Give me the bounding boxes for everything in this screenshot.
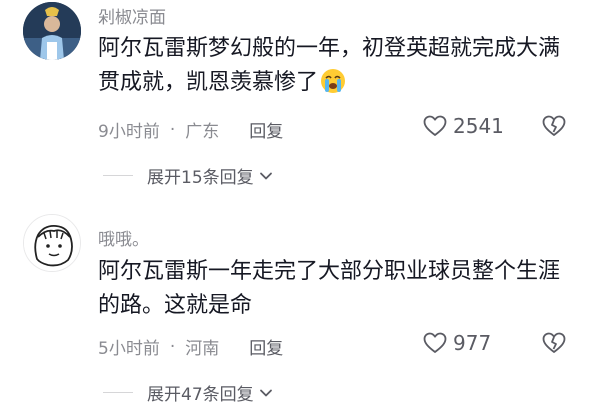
comment-item: 剁椒凉面 阿尔瓦雷斯梦幻般的一年，初登英超就完成大满贯成就，凯恩羡慕惨了 9小时… <box>0 0 600 195</box>
comment-location: 广东 <box>185 122 220 142</box>
heart-icon <box>423 115 447 136</box>
comment-location: 河南 <box>185 339 220 359</box>
broken-heart-icon <box>542 332 566 353</box>
divider-line <box>103 392 133 393</box>
expand-replies-button[interactable]: 展开47条回复 <box>103 380 274 405</box>
cartoon-face-avatar-icon <box>24 215 80 271</box>
divider-line <box>103 175 133 176</box>
avatar[interactable] <box>23 214 81 272</box>
avatar-photo-icon <box>23 2 81 60</box>
meta-separator: · <box>169 119 176 140</box>
broken-heart-icon <box>542 115 566 136</box>
heart-icon <box>423 332 447 353</box>
dislike-button[interactable] <box>541 332 567 358</box>
reply-button[interactable]: 回复 <box>249 334 283 359</box>
avatar[interactable] <box>23 2 81 60</box>
dislike-button[interactable] <box>541 115 567 141</box>
comment-text: 阿尔瓦雷斯梦幻般的一年，初登英超就完成大满贯成就，凯恩羡慕惨了 <box>98 32 568 100</box>
like-count: 977 <box>453 331 492 355</box>
like-button[interactable]: 2541 <box>423 114 504 138</box>
like-count: 2541 <box>453 114 504 138</box>
meta-separator: · <box>169 336 176 357</box>
crying-face-emoji-icon <box>321 69 346 93</box>
comment-time: 9小时前 <box>98 122 160 142</box>
comment-time: 5小时前 <box>98 339 160 359</box>
expand-replies-button[interactable]: 展开15条回复 <box>103 163 274 188</box>
expand-replies-label: 展开15条回复 <box>147 168 254 188</box>
chevron-down-icon <box>259 389 272 396</box>
like-button[interactable]: 977 <box>423 331 491 355</box>
expand-replies-label: 展开47条回复 <box>147 385 254 405</box>
comment-meta: 9小时前 · 广东 回复 <box>98 117 283 143</box>
comment-meta: 5小时前 · 河南 回复 <box>98 334 283 360</box>
comment-username[interactable]: 哦哦。 <box>98 225 149 250</box>
chevron-down-icon <box>259 172 272 179</box>
comment-username[interactable]: 剁椒凉面 <box>98 3 166 28</box>
reply-button[interactable]: 回复 <box>249 117 283 142</box>
comment-item: 哦哦。 阿尔瓦雷斯一年走完了大部分职业球员整个生涯的路。这就是命 5小时前 · … <box>0 210 600 417</box>
comment-text: 阿尔瓦雷斯一年走完了大部分职业球员整个生涯的路。这就是命 <box>98 259 561 318</box>
